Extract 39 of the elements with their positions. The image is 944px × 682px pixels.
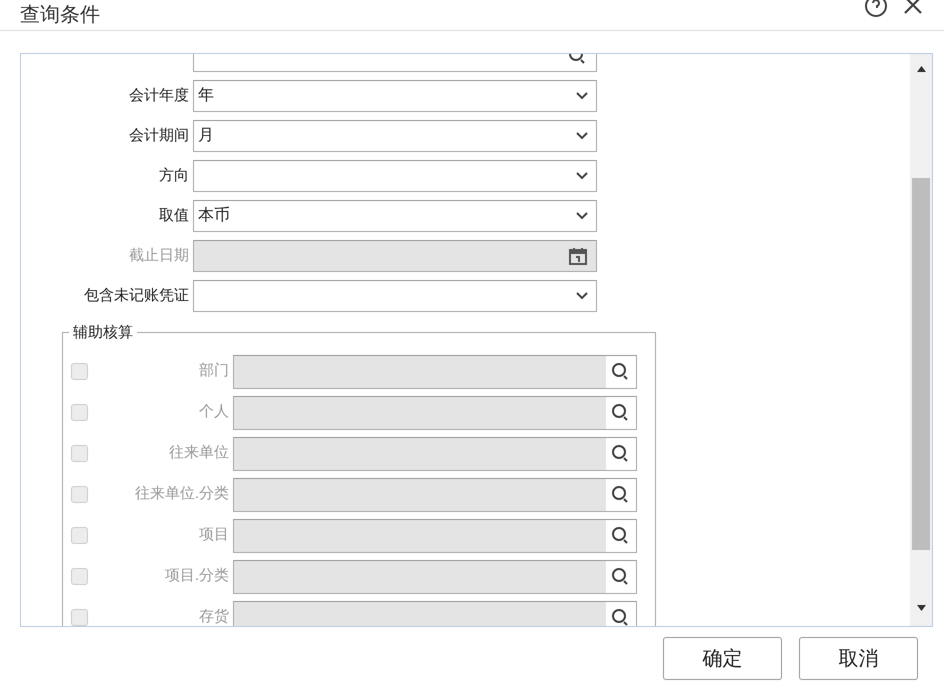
chevron-down-icon[interactable] — [576, 132, 588, 140]
window-title: 查询条件 — [20, 3, 100, 28]
field-label: 项目.分类 — [164, 566, 230, 586]
field-label: 截止日期 — [128, 246, 190, 266]
dialog-button[interactable]: 确定 — [663, 637, 782, 680]
scrollbar[interactable] — [910, 54, 932, 626]
chevron-down-icon[interactable] — [576, 92, 588, 100]
scroll-down-icon[interactable] — [917, 605, 926, 611]
dropdown-field[interactable] — [193, 160, 597, 192]
dialog-button[interactable]: 取消 — [799, 637, 918, 680]
help-icon[interactable] — [864, 0, 888, 18]
field-label: 个人 — [198, 402, 230, 422]
dropdown-field[interactable] — [193, 280, 597, 312]
chevron-down-icon[interactable] — [576, 212, 588, 220]
lookup-field[interactable] — [233, 354, 637, 388]
field-label: 包含未记账凭证 — [83, 286, 190, 306]
field-label: 项目 — [198, 525, 230, 546]
close-icon[interactable] — [902, 0, 924, 16]
lookup-field[interactable] — [233, 518, 637, 552]
field-label: 往来单位.分类 — [134, 484, 230, 504]
lookup-field[interactable] — [233, 396, 637, 430]
dropdown-field[interactable]: 月 — [193, 120, 597, 152]
field-label: 部门 — [198, 361, 230, 382]
field-label: 方向 — [158, 166, 190, 186]
chevron-down-icon[interactable] — [576, 292, 588, 300]
scroll-thumb[interactable] — [912, 178, 930, 550]
chevron-down-icon[interactable] — [576, 172, 588, 180]
field-label: 往来单位 — [168, 443, 230, 464]
lookup-field[interactable] — [233, 560, 637, 594]
lookup-field[interactable] — [233, 600, 637, 626]
field-label: 会计期间 — [128, 126, 190, 146]
field-label: 存货 — [198, 607, 230, 626]
lookup-field[interactable] — [233, 436, 637, 470]
field-label: 会计年度 — [128, 86, 190, 106]
dropdown-field[interactable]: 年 — [193, 80, 597, 112]
lookup-field[interactable] — [233, 478, 637, 512]
field-label: 取值 — [158, 206, 190, 226]
dropdown-field[interactable]: 本币 — [193, 200, 597, 232]
scroll-up-icon[interactable] — [917, 66, 926, 72]
